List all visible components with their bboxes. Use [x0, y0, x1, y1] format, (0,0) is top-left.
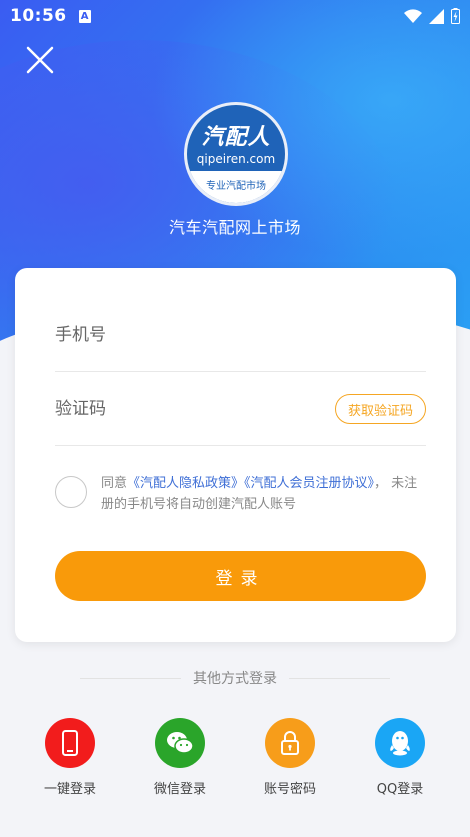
one-click-login-button[interactable]: 一键登录 — [25, 718, 115, 797]
logo-brand-cn: 汽配人 — [201, 124, 271, 150]
qq-login-button[interactable]: QQ登录 — [355, 718, 445, 797]
battery-icon — [451, 8, 460, 24]
password-login-label: 账号密码 — [263, 782, 316, 797]
wechat-login-label: 微信登录 — [153, 782, 206, 797]
agree-radio[interactable] — [55, 476, 87, 508]
one-click-login-label: 一键登录 — [43, 782, 96, 797]
privacy-policy-link[interactable]: 《汽配人隐私政策》 — [127, 476, 244, 491]
wechat-login-button[interactable]: 微信登录 — [135, 718, 225, 797]
lock-icon — [265, 718, 315, 768]
phone-icon — [45, 718, 95, 768]
agree-prefix: 同意 — [101, 476, 128, 491]
notification-badge: A — [78, 9, 91, 23]
slogan: 汽车汽配网上市场 — [168, 218, 301, 237]
signal-icon — [429, 8, 444, 24]
agreement-row: 同意《汽配人隐私政策》《汽配人会员注册协议》， 未注册的手机号将自动创建汽配人账… — [55, 473, 426, 515]
wifi-icon — [404, 9, 422, 23]
code-field: 获取验证码 — [55, 372, 426, 446]
member-agreement-link[interactable]: 《汽配人会员注册协议》 — [244, 476, 374, 491]
close-icon — [26, 46, 54, 74]
qq-login-label: QQ登录 — [376, 782, 424, 797]
status-bar: 10:56 A — [0, 0, 470, 32]
other-login-divider: 其他方式登录 — [80, 668, 390, 688]
login-card: 获取验证码 同意《汽配人隐私政策》《汽配人会员注册协议》， 未注册的手机号将自动… — [15, 268, 456, 642]
login-button[interactable]: 登录 — [55, 551, 426, 601]
status-time: 10:56 — [10, 6, 67, 26]
logo-tagline: 专业汽配市场 — [206, 181, 266, 192]
code-input[interactable] — [55, 398, 315, 419]
agreement-text: 同意《汽配人隐私政策》《汽配人会员注册协议》， 未注册的手机号将自动创建汽配人账… — [101, 473, 426, 515]
wechat-icon — [155, 718, 205, 768]
phone-input[interactable] — [55, 324, 315, 345]
app-logo: 汽配人 qipeiren.com 专业汽配市场 — [184, 102, 288, 206]
other-login-title: 其他方式登录 — [193, 671, 277, 687]
close-button[interactable] — [24, 44, 56, 76]
phone-field — [55, 298, 426, 372]
qq-icon — [375, 718, 425, 768]
get-code-button[interactable]: 获取验证码 — [334, 394, 426, 424]
password-login-button[interactable]: 账号密码 — [245, 718, 335, 797]
logo-brand-en: qipeiren.com — [196, 152, 276, 166]
